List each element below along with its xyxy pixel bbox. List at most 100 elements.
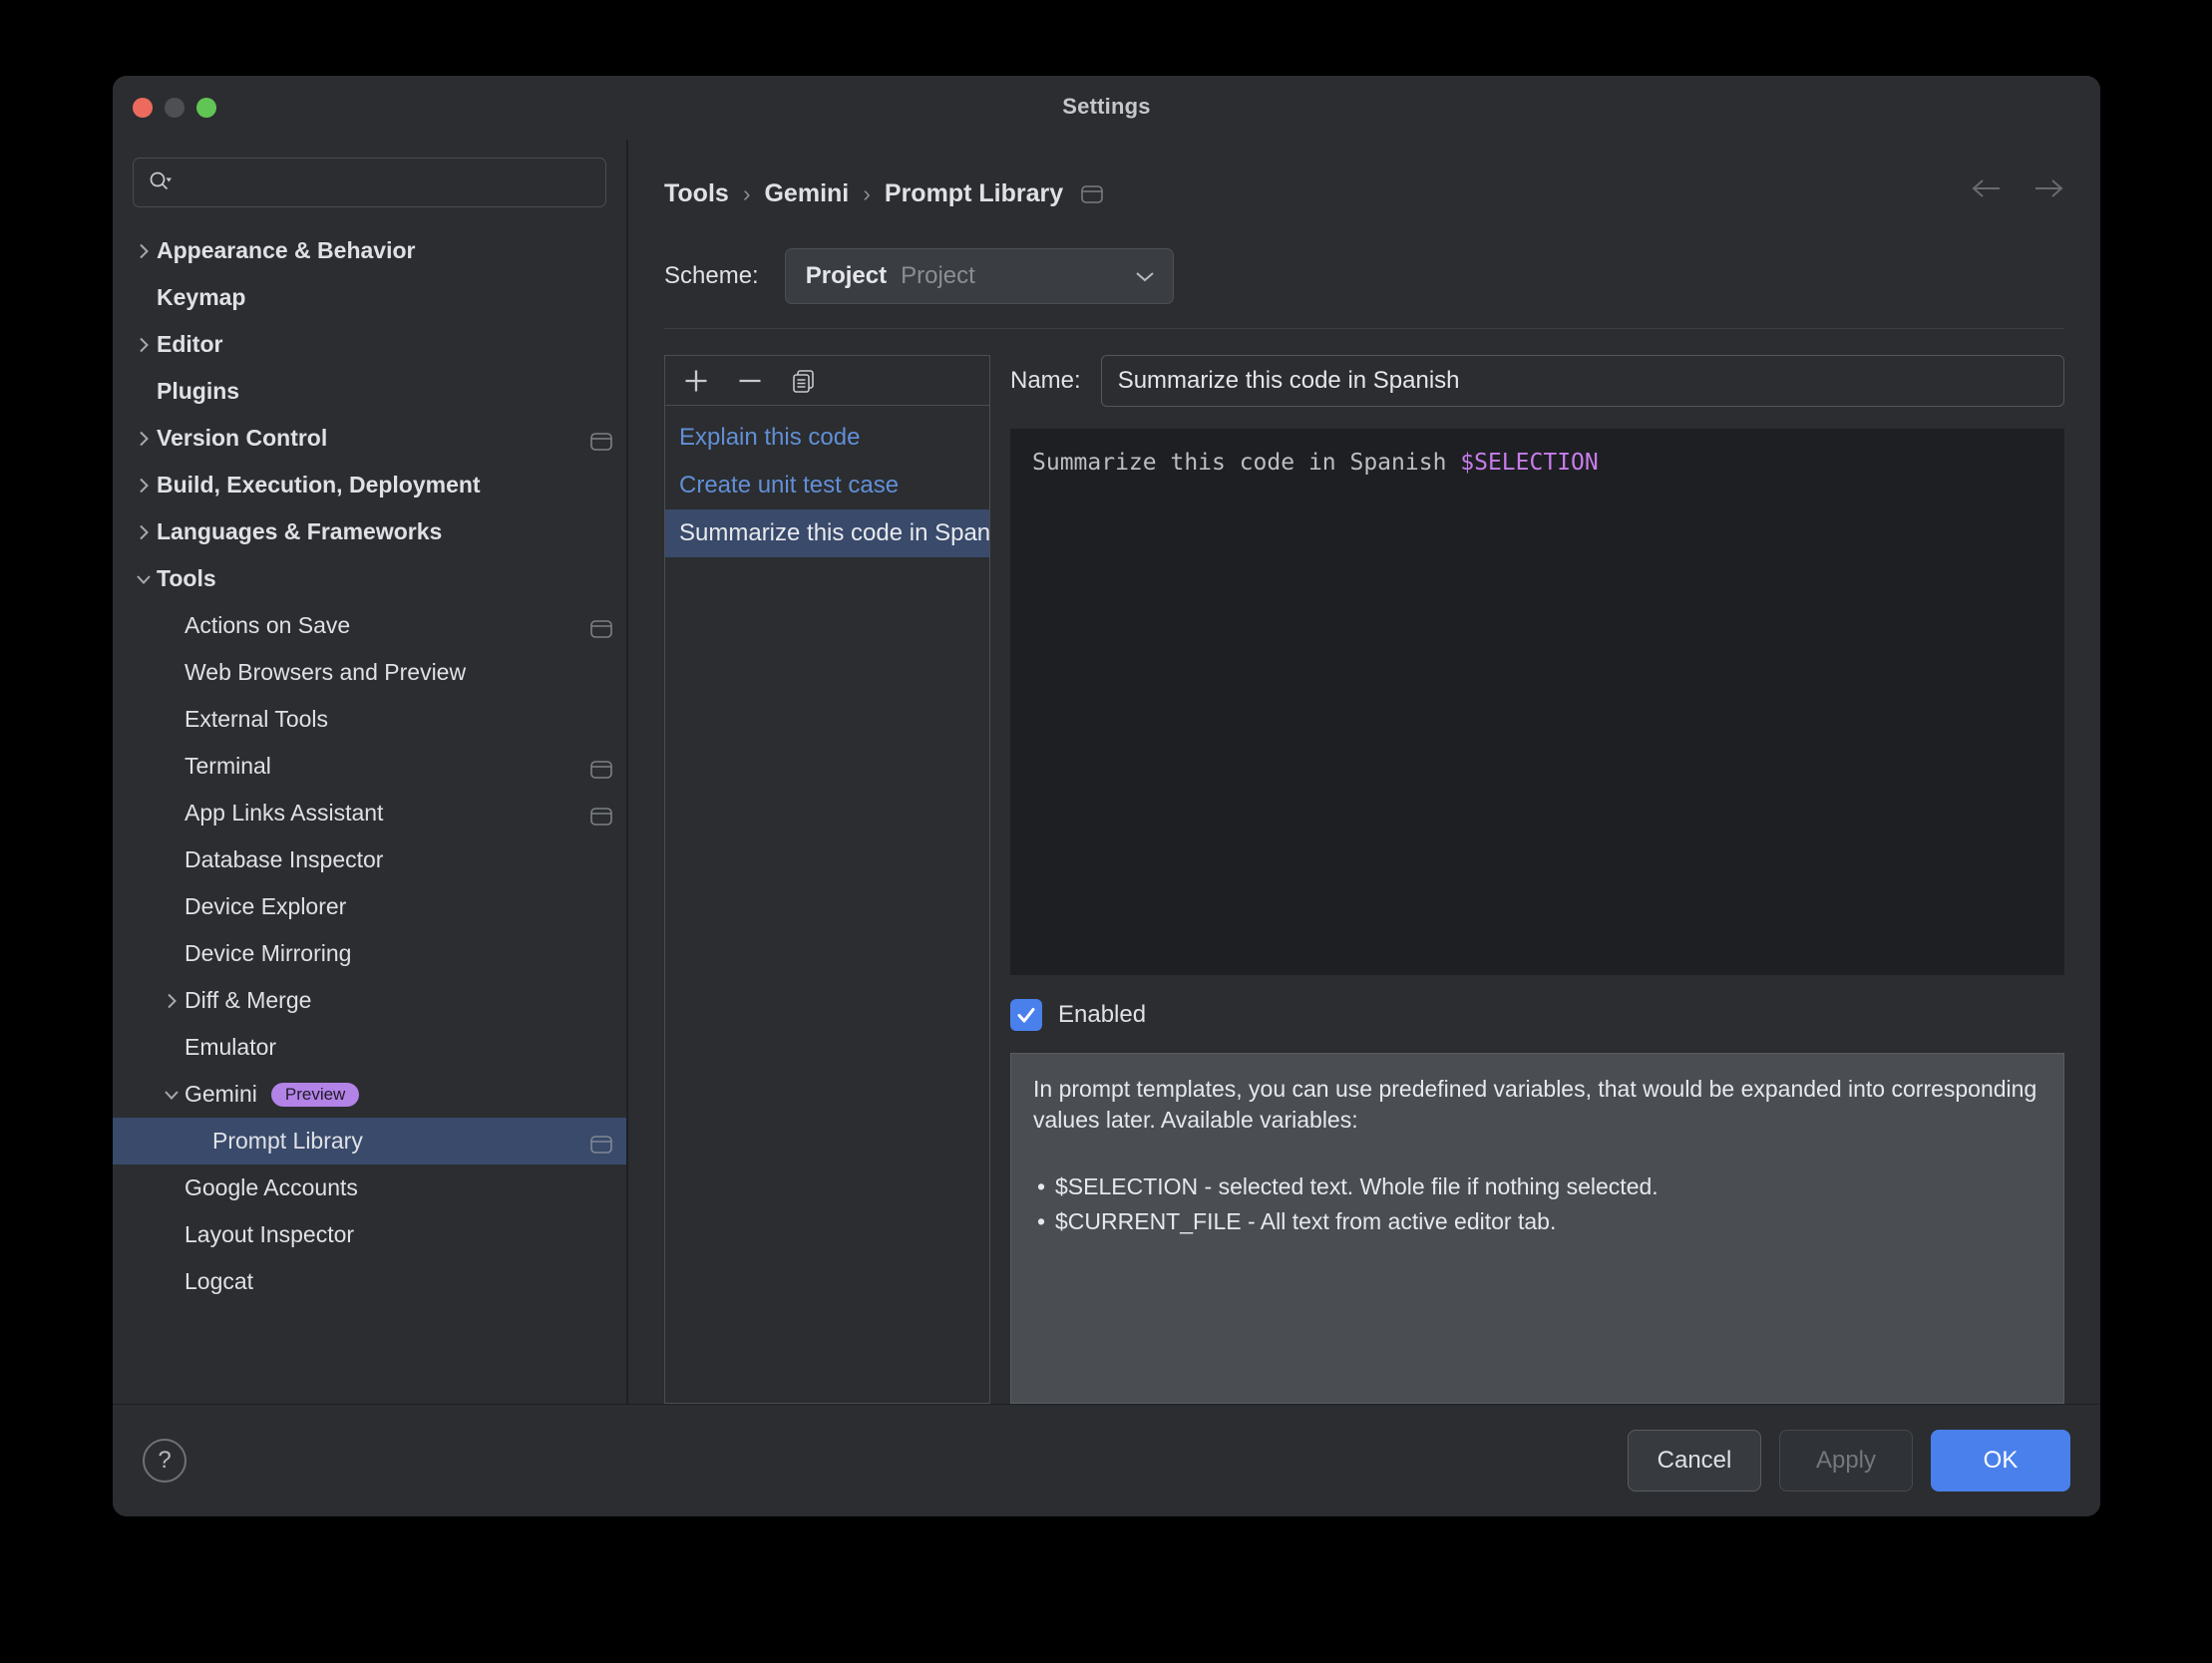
sidebar-item-prompt-library[interactable]: Prompt Library <box>113 1118 626 1164</box>
window-body: Appearance & Behavior Keymap Editor Plugins… <box>113 140 2100 1404</box>
sidebar-item-external-tools[interactable]: External Tools <box>113 696 626 743</box>
ok-button[interactable]: OK <box>1931 1430 2070 1492</box>
variable-info-item: $SELECTION - selected text. Whole file i… <box>1033 1169 2041 1204</box>
breadcrumb-separator: › <box>863 180 871 206</box>
project-scope-icon <box>590 758 612 779</box>
chevron-down-icon[interactable] <box>131 566 157 592</box>
prompt-template-editor[interactable]: Summarize this code in Spanish $SELECTIO… <box>1010 429 2064 975</box>
sidebar-item-editor[interactable]: Editor <box>113 321 626 368</box>
chevron-right-icon[interactable] <box>131 519 157 545</box>
prompt-list-item[interactable]: Explain this code <box>665 414 989 462</box>
sidebar-item-emulator[interactable]: Emulator <box>113 1024 626 1071</box>
enabled-row[interactable]: Enabled <box>1010 999 2064 1031</box>
sidebar-item-appearance-behavior[interactable]: Appearance & Behavior <box>113 227 626 274</box>
sidebar-item-label: Keymap <box>157 284 246 310</box>
chevron-right-icon[interactable] <box>131 473 157 499</box>
prompt-library-content: Explain this code Create unit test case Su… <box>628 329 2100 1404</box>
variables-info-box: In prompt templates, you can use predefi… <box>1010 1053 2064 1404</box>
project-scope-icon <box>590 430 612 451</box>
sidebar-item-label: Version Control <box>157 425 328 451</box>
project-scope-icon <box>590 1133 612 1154</box>
variables-info-list: $SELECTION - selected text. Whole file i… <box>1033 1169 2041 1238</box>
sidebar-item-logcat[interactable]: Logcat <box>113 1258 626 1305</box>
prompt-template-line: Summarize this code in Spanish $SELECTIO… <box>1032 449 2042 479</box>
breadcrumb-item-tools[interactable]: Tools <box>664 179 729 208</box>
sidebar-item-label: Database Inspector <box>184 846 384 872</box>
add-prompt-button[interactable] <box>679 364 713 398</box>
chevron-right-icon[interactable] <box>131 238 157 264</box>
prompt-list-item[interactable]: Summarize this code in Spanish <box>665 509 989 557</box>
scheme-selected-value: Project <box>805 262 888 289</box>
sidebar-item-google-accounts[interactable]: Google Accounts <box>113 1164 626 1211</box>
sidebar-item-label: Languages & Frameworks <box>157 518 443 544</box>
sidebar-item-label: Editor <box>157 331 223 357</box>
chevron-right-icon[interactable] <box>131 332 157 358</box>
title-bar: Settings <box>113 76 2100 140</box>
sidebar-item-app-links-assistant[interactable]: App Links Assistant <box>113 790 626 836</box>
sidebar-item-web-browsers-and-preview[interactable]: Web Browsers and Preview <box>113 649 626 696</box>
sidebar-item-gemini[interactable]: Gemini Preview <box>113 1071 626 1118</box>
name-input[interactable]: Summarize this code in Spanish <box>1100 355 2064 407</box>
sidebar-item-label: Web Browsers and Preview <box>184 659 467 685</box>
sidebar-item-device-mirroring[interactable]: Device Mirroring <box>113 930 626 977</box>
chevron-right-icon[interactable] <box>159 988 184 1014</box>
sidebar-item-plugins[interactable]: Plugins <box>113 368 626 415</box>
sidebar-item-layout-inspector[interactable]: Layout Inspector <box>113 1211 626 1258</box>
forward-arrow-icon[interactable] <box>2032 175 2064 201</box>
sidebar-item-label: Build, Execution, Deployment <box>157 472 481 498</box>
remove-prompt-button[interactable] <box>733 364 767 398</box>
cancel-button[interactable]: Cancel <box>1628 1430 1761 1492</box>
sidebar-item-label: App Links Assistant <box>184 800 384 826</box>
sidebar-item-label: Tools <box>157 565 216 591</box>
sidebar-item-database-inspector[interactable]: Database Inspector <box>113 836 626 883</box>
template-variable: $SELECTION <box>1460 450 1599 476</box>
sidebar-item-label: Layout Inspector <box>184 1221 355 1247</box>
template-text: Summarize this code in Spanish <box>1032 450 1461 476</box>
enabled-checkbox[interactable] <box>1010 999 1042 1031</box>
sidebar-item-actions-on-save[interactable]: Actions on Save <box>113 602 626 649</box>
sidebar-item-build-execution-deployment[interactable]: Build, Execution, Deployment <box>113 462 626 508</box>
chevron-down-icon <box>1133 268 1157 284</box>
scheme-dropdown[interactable]: Project Project <box>784 248 1174 304</box>
breadcrumb-item-gemini[interactable]: Gemini <box>764 179 849 208</box>
sidebar-item-device-explorer[interactable]: Device Explorer <box>113 883 626 930</box>
sidebar-item-version-control[interactable]: Version Control <box>113 415 626 462</box>
chevron-right-icon[interactable] <box>131 426 157 452</box>
sidebar-item-label: Appearance & Behavior <box>157 237 416 263</box>
search-box[interactable] <box>133 158 606 207</box>
breadcrumb-separator: › <box>742 180 751 206</box>
sidebar-item-languages-frameworks[interactable]: Languages & Frameworks <box>113 508 626 555</box>
sidebar-item-terminal[interactable]: Terminal <box>113 743 626 790</box>
settings-tree: Appearance & Behavior Keymap Editor Plugins… <box>113 223 626 1404</box>
sidebar-item-keymap[interactable]: Keymap <box>113 274 626 321</box>
prompt-list-item[interactable]: Create unit test case <box>665 462 989 509</box>
prompt-list-panel: Explain this code Create unit test case Su… <box>664 355 990 1404</box>
help-button[interactable]: ? <box>143 1439 186 1483</box>
enabled-label: Enabled <box>1058 1001 1147 1028</box>
prompt-list-toolbar <box>665 356 989 406</box>
name-row: Name: Summarize this code in Spanish <box>1010 355 2064 407</box>
sidebar-item-label: Actions on Save <box>184 612 351 638</box>
sidebar-item-diff-merge[interactable]: Diff & Merge <box>113 977 626 1024</box>
dialog-footer: ? Cancel Apply OK <box>113 1405 2100 1516</box>
sidebar-item-tools[interactable]: Tools <box>113 555 626 602</box>
sidebar-item-label: Plugins <box>157 378 240 404</box>
chevron-down-icon[interactable] <box>159 1082 184 1108</box>
copy-icon[interactable] <box>787 364 821 398</box>
sidebar-item-label: Google Accounts <box>184 1174 358 1200</box>
breadcrumb: Tools › Gemini › Prompt Library <box>628 140 2100 208</box>
back-arrow-icon[interactable] <box>1971 175 2003 201</box>
preview-badge: Preview <box>270 1082 360 1107</box>
project-scope-icon <box>590 805 612 826</box>
